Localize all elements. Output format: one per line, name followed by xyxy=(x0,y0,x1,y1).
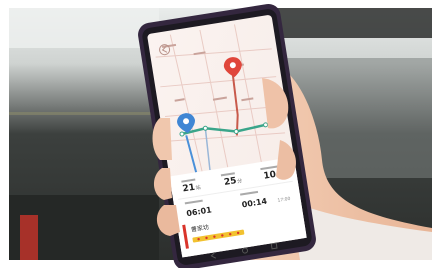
photo-scene: 21 站 25 分 10 元 06:01 00:14 17:00 曹家坊 xyxy=(0,0,441,268)
stat-value-time: 25 xyxy=(223,176,237,188)
background-dark-panel xyxy=(270,8,432,38)
background-rail xyxy=(9,112,169,115)
background-light-area xyxy=(9,8,159,48)
photo: 21 站 25 分 10 元 06:01 00:14 17:00 曹家坊 xyxy=(0,0,441,268)
stat-value-stops: 21 xyxy=(182,183,196,195)
stat-value-fare: 10 xyxy=(263,170,277,182)
background-red-object xyxy=(20,215,38,260)
